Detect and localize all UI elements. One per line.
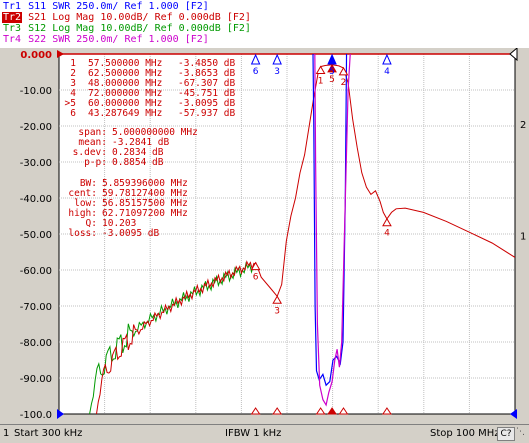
ifbw-setting[interactable]: IFBW 1 kHz [225,428,281,439]
trace-id[interactable]: Tr2 [2,12,23,23]
trace-tag: [F2] [226,23,251,34]
trace-param: S22 [28,34,47,45]
s11-marker-label: 4 [384,67,390,77]
trace-param: S21 [28,12,47,23]
trace-id[interactable]: Tr1 [2,1,22,12]
right-scale-label: 1 [520,231,526,242]
stat-label: p-p: [84,157,107,168]
trace-ref: Ref 1.000 [124,34,179,45]
resize-grip-icon[interactable]: ⋱ [516,427,525,437]
y-axis-label: -40.00 [20,194,52,205]
plot-area[interactable]: 0.000 -10.00 -20.00 -30.00 -40.00 -50.00 -60.0… [0,48,529,424]
y-axis-label: -80.00 [20,338,52,349]
trace-tag: [F2] [226,12,251,23]
trace-id[interactable]: Tr3 [2,23,22,34]
marker-label: 3 [274,306,280,316]
trace-scale: 10.00dB/ [100,12,149,23]
trace-line-2[interactable]: Tr2 S21 Log Mag 10.00dB/ Ref 0.000dB [F2… [2,12,251,23]
y-axis-label: -70.00 [20,302,52,313]
marker-label: 4 [384,229,390,239]
status-bar: 1 Start 300 kHz IFBW 1 kHz Stop 100 MHz … [0,424,529,443]
trace-tag: [F2] [184,1,209,12]
trace-param: S11 [28,1,47,12]
s11-marker-label: 5 [329,67,335,77]
stop-frequency[interactable]: Stop 100 MHz [430,428,500,439]
channel-number: 1 [3,428,10,439]
trace-scale: 250.0m/ [76,34,119,45]
trace-tag: [F2] [184,34,209,45]
trace-line-3[interactable]: Tr3 S12 Log Mag 10.00dB/ Ref 0.000dB [F2… [2,23,251,34]
plot-svg: 0.000 -10.00 -20.00 -30.00 -40.00 -50.00 -60.0… [20,48,526,421]
start-frequency[interactable]: Start 300 kHz [14,428,82,439]
calibration-badge[interactable]: C? [497,427,515,441]
bandwidth-value: -3.0095 dB [102,228,159,239]
trace-format: Log Mag [52,23,95,34]
analyzer-window: Tr1 S11 SWR 250.0m/ Ref 1.000 [F2] Tr2 S2… [0,0,529,443]
trace-format: SWR [52,34,71,45]
marker-label: 1 [318,77,324,87]
marker-row-frequency: 43.287649 MHz [88,108,162,119]
marker-row-value: -57.937 dB [178,108,235,119]
y-axis-label: -10.00 [20,86,52,97]
y-axis-label: -90.00 [20,374,52,385]
y-axis-label: -60.00 [20,266,52,277]
stat-value: 0.8854 dB [112,157,164,168]
trace-header: Tr1 S11 SWR 250.0m/ Ref 1.000 [F2] Tr2 S2… [0,0,529,48]
trace-format: SWR [52,1,71,12]
y-axis-label: -30.00 [20,158,52,169]
trace-ref: Ref 0.000dB [154,12,221,23]
y-axis-label: -100.0 [20,410,52,421]
trace-scale: 250.0m/ [76,1,119,12]
marker-label: 6 [253,273,259,283]
trace-param: S12 [28,23,47,34]
marker-row-index: 6 [70,108,76,119]
s11-marker-label: 6 [253,67,259,77]
trace-ref: Ref 1.000 [124,1,179,12]
marker-label: 2 [341,78,347,88]
right-scale-label: 2 [520,120,526,131]
y-axis-label: 0.000 [20,50,52,61]
trace-format: Log Mag [52,12,95,23]
bandwidth-label: loss: [68,228,97,239]
y-axis-label: -50.00 [20,230,52,241]
trace-line-4[interactable]: Tr4 S22 SWR 250.0m/ Ref 1.000 [F2] [2,34,209,45]
trace-ref: Ref 0.000dB [154,23,221,34]
y-axis-label: -20.00 [20,122,52,133]
trace-scale: 10.00dB/ [100,23,149,34]
trace-id[interactable]: Tr4 [2,34,22,45]
trace-line-1[interactable]: Tr1 S11 SWR 250.0m/ Ref 1.000 [F2] [2,1,209,12]
s11-marker-label: 3 [274,67,280,77]
